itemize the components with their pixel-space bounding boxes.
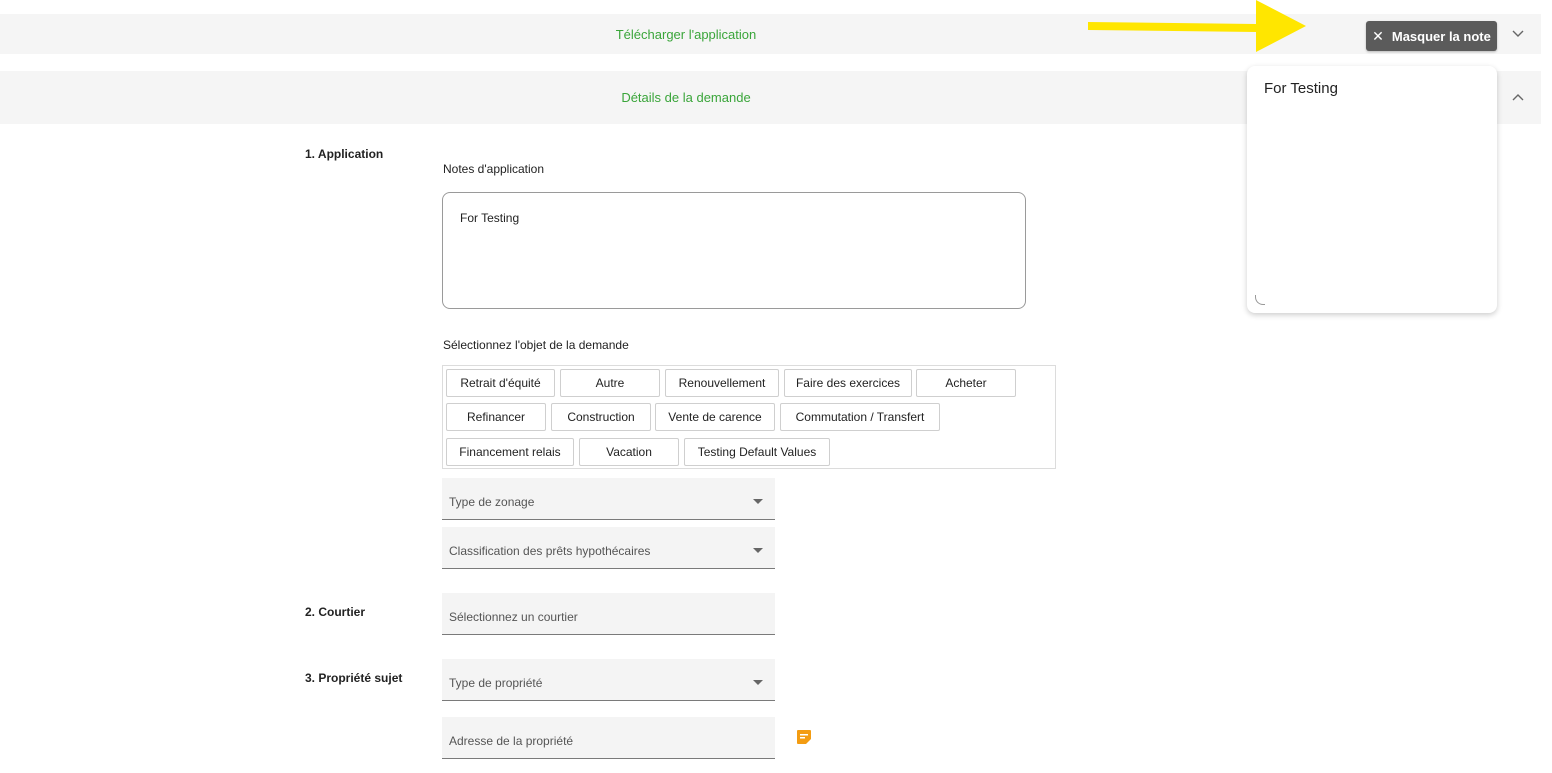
section-application-title: 1. Application [305, 147, 384, 161]
purpose-chip[interactable]: Acheter [916, 369, 1016, 397]
application-notes-value: For Testing [460, 211, 520, 225]
hide-note-button[interactable]: ✕ Masquer la note [1366, 21, 1497, 51]
chevron-up-icon[interactable] [1511, 90, 1525, 104]
purpose-chip[interactable]: Testing Default Values [684, 438, 830, 466]
zoning-type-select[interactable]: Type de zonage [442, 478, 775, 520]
dropdown-caret-icon [753, 498, 763, 504]
mortgage-classification-select[interactable]: Classification des prêts hypothécaires [442, 527, 775, 569]
chevron-down-icon[interactable] [1511, 27, 1525, 41]
purpose-chip[interactable]: Construction [551, 403, 651, 431]
request-details-title: Détails de la demande [621, 90, 751, 105]
resize-handle-icon[interactable] [1255, 295, 1265, 305]
dropdown-caret-icon [753, 547, 763, 553]
broker-select[interactable]: Sélectionnez un courtier [442, 593, 775, 635]
property-address-placeholder: Adresse de la propriété [449, 734, 574, 748]
application-notes-textarea[interactable]: For Testing [442, 192, 1026, 309]
note-panel[interactable]: For Testing [1247, 66, 1497, 313]
purpose-chip[interactable]: Vacation [579, 438, 679, 466]
purpose-chip[interactable]: Financement relais [446, 438, 574, 466]
dropdown-caret-icon [753, 679, 763, 685]
broker-placeholder: Sélectionnez un courtier [449, 610, 578, 624]
section-broker-title: 2. Courtier [305, 605, 366, 619]
purpose-chip[interactable]: Renouvellement [665, 369, 779, 397]
section-property-title: 3. Propriété sujet [305, 671, 403, 685]
purpose-chip[interactable]: Retrait d'équité [446, 369, 555, 397]
purpose-chip[interactable]: Autre [560, 369, 660, 397]
purpose-label: Sélectionnez l'objet de la demande [443, 338, 629, 352]
purpose-chip[interactable]: Vente de carence [655, 403, 775, 431]
notes-label: Notes d'application [443, 162, 545, 176]
purpose-chip[interactable]: Faire des exercices [784, 369, 912, 397]
hide-note-label: Masquer la note [1391, 28, 1491, 44]
property-type-select[interactable]: Type de propriété [442, 659, 775, 701]
page: Télécharger l'application Détails de la … [0, 0, 1552, 773]
property-type-placeholder: Type de propriété [449, 676, 543, 690]
note-icon[interactable] [796, 729, 812, 745]
yellow-arrow-annotation [1088, 0, 1306, 52]
purpose-chip[interactable]: Commutation / Transfert [780, 403, 940, 431]
purpose-chip[interactable]: Refinancer [446, 403, 546, 431]
close-icon: ✕ [1372, 27, 1384, 44]
property-address-input[interactable]: Adresse de la propriété [442, 717, 775, 759]
note-text[interactable]: For Testing [1264, 80, 1338, 97]
mortgage-classification-placeholder: Classification des prêts hypothécaires [449, 544, 651, 558]
purpose-chip-group: Retrait d'équité Autre Renouvellement Fa… [442, 365, 1056, 469]
zoning-type-placeholder: Type de zonage [449, 495, 535, 509]
